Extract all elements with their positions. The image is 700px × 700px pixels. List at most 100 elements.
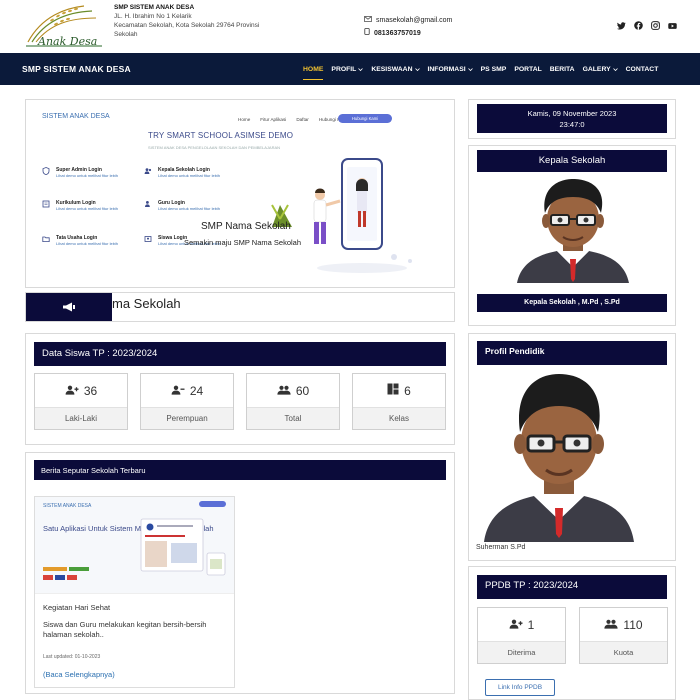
school-info: SMP SISTEM ANAK DESA JL. H. Ibrahim No 1… bbox=[114, 3, 294, 39]
school-logo[interactable]: Anak Desa bbox=[22, 2, 108, 52]
news-title[interactable]: Kegiatan Hari Sehat bbox=[43, 603, 110, 612]
hero-slider: SISTEM ANAK DESA Home Fitur Aplikasi Dafta… bbox=[25, 99, 455, 288]
ticker-label bbox=[26, 293, 112, 321]
ppdb-panel: PPDB TP : 2023/2024 1 Diterima 110 Kuota… bbox=[468, 566, 676, 700]
stat-value: 60 bbox=[295, 383, 310, 398]
teacher-icon bbox=[145, 201, 150, 207]
feature-link: Lihat demo untuk melihat fitur lebih bbox=[56, 241, 119, 246]
student-data-title: Data Siswa TP : 2023/2024 bbox=[34, 342, 446, 366]
social-links bbox=[617, 21, 677, 30]
principal-avatar bbox=[517, 179, 629, 283]
nav-item-label: PS SMP bbox=[480, 65, 507, 73]
svg-text:SISTEM ANAK DESA: SISTEM ANAK DESA bbox=[43, 503, 92, 509]
feature-item: Tata Usaha Login Lihat demo untuk meliha… bbox=[42, 235, 140, 246]
teacher-avatar[interactable] bbox=[484, 374, 634, 542]
nav-item-home[interactable]: HOME bbox=[303, 62, 324, 80]
email-text: smasekolah@gmail.com bbox=[376, 17, 453, 24]
nav-item-profil[interactable]: PROFIL bbox=[331, 62, 364, 76]
nav-item-label: PORTAL bbox=[514, 65, 542, 73]
instagram-icon[interactable] bbox=[651, 21, 660, 30]
address-line: Sekolah bbox=[114, 31, 138, 38]
ppdb-stat-label: Diterima bbox=[478, 641, 565, 663]
principal-name: Kepala Sekolah , M.Pd , S.Pd bbox=[477, 294, 667, 312]
nav-item-berita[interactable]: BERITA bbox=[550, 62, 575, 76]
stat-card[interactable]: 24 Perempuan bbox=[140, 373, 234, 430]
chevron-down-icon bbox=[414, 67, 420, 72]
hero-title: TRY SMART SCHOOL ASIMSE DEMO bbox=[148, 131, 294, 140]
news-panel: Berita Seputar Sekolah Terbaru SISTEM AN… bbox=[25, 452, 455, 694]
student-data-panel: Data Siswa TP : 2023/2024 36 Laki-Laki 2… bbox=[25, 333, 455, 445]
nav-item-galery[interactable]: GALERY bbox=[583, 62, 618, 76]
date-display: Kamis, 09 November 2023 23:47:0 bbox=[477, 104, 667, 133]
ppdb-stat-value: 1 bbox=[527, 617, 535, 632]
stat-card[interactable]: 36 Laki-Laki bbox=[34, 373, 128, 430]
nav-item-contact[interactable]: CONTACT bbox=[626, 62, 659, 76]
hero-nav-item: Fitur Aplikasi bbox=[260, 117, 287, 122]
ppdb-stat-value: 110 bbox=[623, 617, 643, 632]
nav-item-kesiswaan[interactable]: KESISWAAN bbox=[371, 62, 420, 76]
twitter-icon[interactable] bbox=[617, 21, 626, 30]
svg-text:Anak Desa: Anak Desa bbox=[37, 35, 97, 48]
nav-item-portal[interactable]: PORTAL bbox=[514, 62, 541, 76]
date-text: Kamis, 09 November 2023 bbox=[527, 109, 617, 118]
users-icon bbox=[144, 168, 152, 174]
ppdb-title: PPDB TP : 2023/2024 bbox=[477, 575, 667, 599]
announcement-ticker: ma Sekolah bbox=[25, 292, 455, 322]
news-thumbnail[interactable]: SISTEM ANAK DESA Satu Aplikasi Untuk Sis… bbox=[35, 497, 234, 594]
hero-app-name: SISTEM ANAK DESA bbox=[42, 113, 110, 120]
ppdb-info-link[interactable]: Link Info PPDB bbox=[485, 679, 555, 696]
stat-label: Laki-Laki bbox=[35, 407, 127, 429]
principal-panel: Kepala Sekolah Kepala Sekolah , M.Pd , S… bbox=[468, 145, 676, 326]
principal-title: Kepala Sekolah bbox=[477, 150, 667, 172]
stat-card[interactable]: 6 Kelas bbox=[352, 373, 446, 430]
feature-link: Lihat demo untuk melihat fitur lebih bbox=[158, 206, 221, 211]
feature-link: Lihat demo untuk melihat fitur lebih bbox=[56, 173, 119, 178]
teacher-profile-title: Profil Pendidik bbox=[477, 341, 667, 365]
hero-nav-item: Daftar bbox=[296, 117, 309, 122]
chevron-down-icon bbox=[358, 67, 364, 72]
phone-icon bbox=[364, 27, 370, 40]
ppdb-stat-label: Kuota bbox=[580, 641, 667, 663]
shield-icon bbox=[42, 167, 50, 175]
read-more-link[interactable]: (Baca Selengkapnya) bbox=[43, 670, 115, 679]
users-icon bbox=[277, 384, 291, 398]
teacher-profile-panel: Profil Pendidik Suherman S.Pd bbox=[468, 333, 676, 561]
stat-value: 36 bbox=[83, 383, 98, 398]
date-panel: Kamis, 09 November 2023 23:47:0 bbox=[468, 99, 676, 139]
news-panel-title: Berita Seputar Sekolah Terbaru bbox=[34, 460, 446, 480]
email-row[interactable]: smasekolah@gmail.com bbox=[364, 14, 452, 27]
time-text: 23:47:0 bbox=[559, 120, 585, 129]
nav-item-informasi[interactable]: INFORMASI bbox=[428, 62, 473, 76]
top-header: Anak Desa SMP SISTEM ANAK DESA JL. H. Ib… bbox=[0, 0, 700, 53]
nav-menu: HOME PROFIL KESISWAAN INFORMASI PS SMP PORTAL… bbox=[303, 53, 658, 85]
school-name: SMP SISTEM ANAK DESA bbox=[114, 4, 195, 11]
nav-item-label: CONTACT bbox=[625, 65, 659, 73]
phone-text: 081363757019 bbox=[374, 30, 421, 37]
nav-item-ps-smp[interactable]: PS SMP bbox=[481, 62, 507, 76]
teacher-name[interactable]: Suherman S.Pd bbox=[476, 544, 525, 551]
news-card[interactable]: SISTEM ANAK DESA Satu Aplikasi Untuk Sis… bbox=[34, 496, 235, 688]
phone-row[interactable]: 081363757019 bbox=[364, 27, 452, 40]
stat-card[interactable]: 60 Total bbox=[246, 373, 340, 430]
chevron-down-icon bbox=[467, 67, 473, 72]
address-line: Kecamatan Sekolah, Kota Sekolah 29764 Pr… bbox=[114, 22, 260, 29]
facebook-icon[interactable] bbox=[634, 21, 643, 30]
hero-image[interactable]: SISTEM ANAK DESA Home Fitur Aplikasi Dafta… bbox=[32, 105, 450, 283]
grid-icon bbox=[387, 383, 399, 398]
folder-icon bbox=[42, 236, 50, 242]
news-description: Siswa dan Guru melakukan kegitan bersih-… bbox=[43, 620, 207, 639]
navbar-brand[interactable]: SMP SISTEM ANAK DESA bbox=[22, 64, 131, 74]
stat-label: Kelas bbox=[353, 407, 445, 429]
feature-link: Lihat demo untuk melihat fitur lebih bbox=[158, 173, 221, 178]
contact-info: smasekolah@gmail.com 081363757019 bbox=[364, 14, 452, 40]
youtube-icon[interactable] bbox=[668, 21, 677, 30]
nav-item-label: BERITA bbox=[549, 65, 575, 73]
nav-item-label: INFORMASI bbox=[427, 65, 466, 73]
ppdb-stat-card[interactable]: 110 Kuota bbox=[579, 607, 668, 664]
hero-subtitle: SISTEM ANAK DESA PENGELOLAAN SEKOLAH DAN… bbox=[148, 145, 281, 150]
ppdb-stat-card[interactable]: 1 Diterima bbox=[477, 607, 566, 664]
news-date: Last updated: 01-10-2023 bbox=[43, 654, 101, 660]
stat-value: 24 bbox=[189, 383, 204, 398]
feature-item: Guru Login Lihat demo untuk melihat fitu… bbox=[144, 200, 242, 211]
book-icon bbox=[42, 200, 50, 208]
